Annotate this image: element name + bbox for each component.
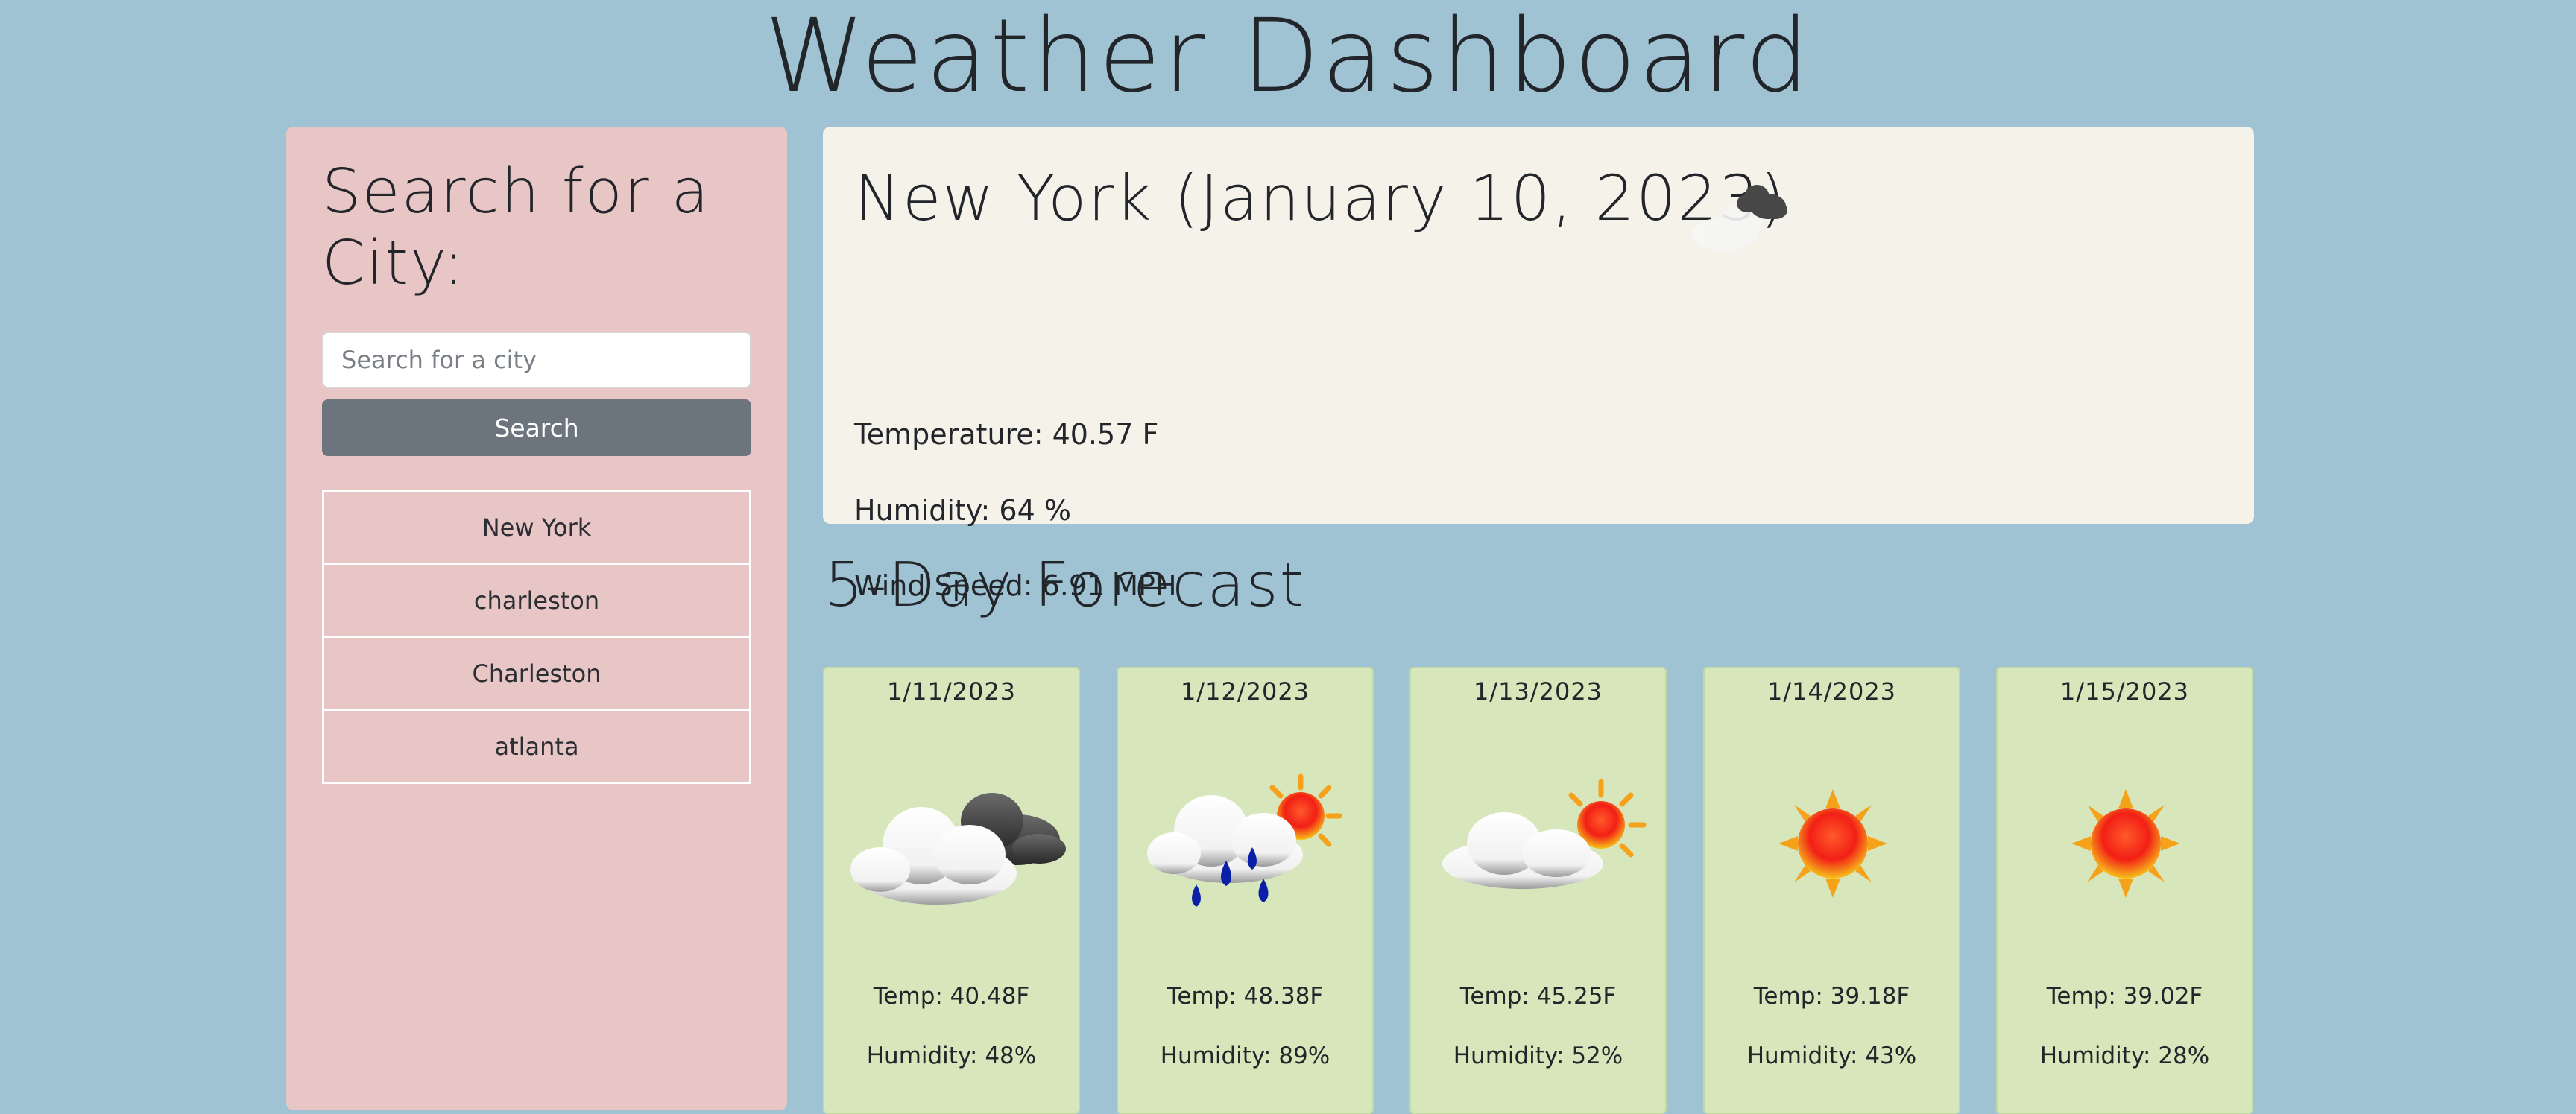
forecast-temp: Temp: 40.48F [873,983,1030,1010]
rain-sun-icon [1147,773,1342,907]
search-button[interactable]: Search [322,399,751,456]
current-temperature: Temperature: 40.57 F [854,418,1159,451]
forecast-temp: Temp: 45.25F [1459,983,1617,1010]
forecast-humidity: Humidity: 28% [2039,1042,2210,1069]
sun-icon [1778,789,1887,898]
forecast-date: 1/12/2023 [1180,677,1310,706]
forecast-temp: Temp: 39.18F [1753,983,1910,1010]
forecast-card: 1/15/2023 Temp: 39.02F Humidity: 28% [1996,667,2253,1114]
forecast-date: 1/14/2023 [1767,677,1897,706]
forecast-card: 1/13/2023 Temp: 45.25F Humidity: 52% [1409,667,1667,1114]
page-title: Weather Dashboard [764,0,1812,115]
forecast-humidity: Humidity: 89% [1160,1042,1330,1069]
search-history-list: New York charleston Charleston atlanta [322,490,751,784]
search-sidebar: Search for a City: Search New York charl… [286,127,787,1110]
history-item[interactable]: Charleston [322,636,751,711]
forecast-date: 1/15/2023 [2059,677,2190,706]
night-cloudy-icon [1691,185,1787,250]
forecast-date: 1/11/2023 [886,677,1017,706]
current-city-title: New York (January 10, 2023) [854,162,1787,235]
cloudy-dark-cloud-icon [850,793,1066,905]
city-search-input[interactable] [322,332,751,388]
forecast-title: 5-Day Forecast [824,550,1305,621]
forecast-temp: Temp: 48.38F [1167,983,1324,1010]
forecast-card: 1/14/2023 Temp: 39.18F Humidity: 43% [1703,667,1960,1114]
forecast-date: 1/13/2023 [1473,677,1603,706]
forecast-card: 1/11/2023 Temp: 40.48F Humidity: 48% [823,667,1080,1114]
sun-icon [2071,789,2180,898]
history-item[interactable]: charleston [322,563,751,638]
current-humidity: Humidity: 64 % [854,494,1071,527]
forecast-humidity: Humidity: 43% [1746,1042,1917,1069]
forecast-humidity: Humidity: 52% [1453,1042,1623,1069]
sidebar-title: Search for a City: [322,156,710,299]
forecast-humidity: Humidity: 48% [866,1042,1037,1069]
current-weather-card: New York (January 10, 2023) Temperature:… [823,127,2254,602]
forecast-temp: Temp: 39.02F [2046,983,2203,1010]
history-item[interactable]: atlanta [322,709,751,784]
forecast-card: 1/12/2023 Temp: 48.38F Humidity: 89% [1117,667,1374,1114]
history-item[interactable]: New York [322,490,751,565]
partly-sunny-icon [1442,779,1647,889]
